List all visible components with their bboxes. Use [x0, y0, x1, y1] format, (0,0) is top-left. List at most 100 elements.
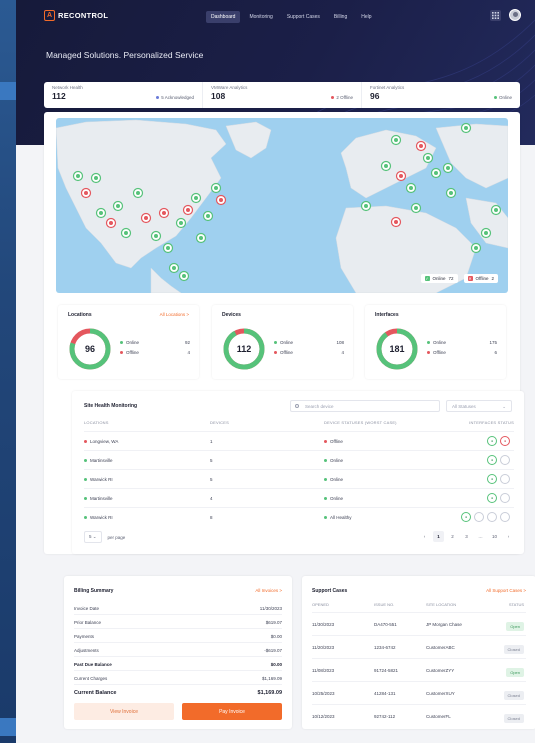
table-row[interactable]: 10/25/2023 41284-131 CustomerXUY Closed — [312, 681, 526, 705]
map-marker-icon[interactable] — [442, 162, 454, 174]
search-input[interactable]: Search device — [290, 400, 440, 412]
map-marker-icon[interactable] — [405, 182, 417, 194]
map-marker-icon[interactable] — [470, 242, 482, 254]
map-marker-icon[interactable] — [380, 160, 392, 172]
map-marker-icon[interactable] — [95, 207, 107, 219]
online-label: Online — [433, 340, 447, 345]
column-header[interactable]: DEVICE STATUSES (WORST CASE) — [324, 420, 397, 425]
table-row[interactable]: Longview, WA 1 Offline ● ● — [84, 431, 514, 450]
location-name: Warwick RI — [90, 515, 113, 520]
map-marker-icon[interactable] — [162, 242, 174, 254]
interfaces-status: ● ● — [487, 436, 510, 446]
interface-idle-icon[interactable] — [474, 512, 484, 522]
map-marker-icon[interactable] — [490, 204, 502, 216]
column-header[interactable]: STATUS — [509, 602, 524, 607]
map-marker-icon[interactable] — [445, 187, 457, 199]
table-row[interactable]: 11/20/2023 1234-6742 CustomerABC Closed — [312, 635, 526, 659]
map-marker-icon[interactable] — [360, 200, 372, 212]
interface-down-icon[interactable]: ● — [500, 436, 510, 446]
legend-offline[interactable]: ✕ Offline 2 — [463, 274, 498, 283]
map-marker-icon[interactable] — [182, 204, 194, 216]
nav-support-cases[interactable]: Support Cases — [282, 11, 325, 23]
column-header[interactable]: LOCATIONS — [84, 420, 109, 425]
map-marker-icon[interactable] — [190, 192, 202, 204]
page-button[interactable]: 10 — [489, 531, 500, 542]
page-button[interactable]: 3 — [461, 531, 472, 542]
map-marker-icon[interactable] — [90, 172, 102, 184]
map-marker-icon[interactable] — [480, 227, 492, 239]
map-marker-icon[interactable] — [120, 227, 132, 239]
page-button[interactable]: 2 — [447, 531, 458, 542]
page-button[interactable]: 1 — [433, 531, 444, 542]
column-header[interactable]: SITE LOCATION — [426, 602, 456, 607]
interface-ok-icon[interactable]: ● — [461, 512, 471, 522]
page-button[interactable]: › — [503, 531, 514, 542]
interface-idle-icon[interactable] — [500, 474, 510, 484]
interface-idle-icon[interactable] — [500, 455, 510, 465]
map-marker-icon[interactable] — [132, 187, 144, 199]
interface-ok-icon[interactable]: ● — [487, 474, 497, 484]
table-row[interactable]: Warwick RI 5 Online ● — [84, 469, 514, 488]
table-row[interactable]: 10/12/2023 92742-112 CustomerFL Closed — [312, 704, 526, 728]
view-invoice-button[interactable]: View Invoice — [74, 703, 174, 720]
map-marker-icon[interactable] — [210, 182, 222, 194]
all-locations-link[interactable]: All Locations > — [160, 312, 189, 317]
user-avatar[interactable] — [509, 9, 521, 21]
pay-invoice-button[interactable]: Pay Invoice — [182, 703, 282, 720]
nav-billing[interactable]: Billing — [329, 11, 352, 23]
map-marker-icon[interactable] — [390, 216, 402, 228]
map-marker-icon[interactable] — [105, 217, 117, 229]
map-marker-icon[interactable] — [150, 230, 162, 242]
map-marker-icon[interactable] — [158, 207, 170, 219]
interface-ok-icon[interactable]: ● — [487, 455, 497, 465]
map-marker-icon[interactable] — [415, 140, 427, 152]
all-invoices-link[interactable]: All Invoices > — [255, 588, 282, 593]
map-marker-icon[interactable] — [175, 217, 187, 229]
interface-idle-icon[interactable] — [487, 512, 497, 522]
table-row[interactable]: Martinsville 4 Online ● — [84, 488, 514, 507]
table-row[interactable]: 11/08/2023 91724-5821 CustomerZYY Open — [312, 658, 526, 682]
table-row[interactable]: Warwick RI 8 All Healthy ● — [84, 507, 514, 526]
map-marker-icon[interactable] — [112, 200, 124, 212]
map-marker-icon[interactable] — [72, 170, 84, 182]
map-marker-icon[interactable] — [140, 212, 152, 224]
table-row[interactable]: Martinsville 5 Online ● — [84, 450, 514, 469]
map-marker-icon[interactable] — [410, 202, 422, 214]
per-page-select[interactable]: 5 ⌄ — [84, 531, 102, 543]
nav-dashboard[interactable]: Dashboard — [206, 11, 241, 23]
stat-vmware-analytics[interactable]: VMWare Analytics 108 2 Offline — [203, 82, 362, 108]
page-button[interactable]: ‹ — [419, 531, 430, 542]
map-marker-icon[interactable] — [422, 152, 434, 164]
interface-idle-icon[interactable] — [500, 493, 510, 503]
map-marker-icon[interactable] — [390, 134, 402, 146]
map-marker-icon[interactable] — [430, 167, 442, 179]
map-marker-icon[interactable] — [460, 122, 472, 134]
table-row[interactable]: 11/30/2023 DA470-551 JP Morgan Chase Ope… — [312, 612, 526, 636]
status-filter-select[interactable]: All Statuses ⌄ — [446, 400, 512, 412]
map-marker-icon[interactable] — [215, 194, 227, 206]
column-header[interactable]: DEVICES — [210, 420, 229, 425]
logo[interactable]: A RECONTROL — [44, 10, 108, 21]
stat-network-health[interactable]: Network Health 112 5 Acknowledged — [44, 82, 203, 108]
column-header[interactable]: INTERFACES STATUS — [469, 420, 514, 425]
map-marker-icon[interactable] — [178, 270, 190, 282]
legend-online[interactable]: ✓ Online 72 — [420, 274, 458, 283]
column-header[interactable]: OPENED — [312, 602, 329, 607]
map-marker-icon[interactable] — [80, 187, 92, 199]
map-marker-icon[interactable] — [168, 262, 180, 274]
column-header[interactable]: ISSUE NO. — [374, 602, 394, 607]
map-marker-icon[interactable] — [395, 170, 407, 182]
stat-fortinet-analytics[interactable]: Fortinet Analytics 96 Online — [362, 82, 520, 108]
apps-grid-icon[interactable] — [490, 9, 501, 21]
interface-ok-icon[interactable]: ● — [487, 493, 497, 503]
interface-ok-icon[interactable]: ● — [487, 436, 497, 446]
billing-row: Current Charges $1,169.09 — [74, 672, 282, 685]
site-map[interactable]: ✓ Online 72 ✕ Offline 2 — [56, 118, 508, 293]
page-button[interactable]: … — [475, 531, 486, 542]
interface-idle-icon[interactable] — [500, 512, 510, 522]
map-marker-icon[interactable] — [202, 210, 214, 222]
all-support-cases-link[interactable]: All Support Cases > — [486, 588, 526, 593]
map-marker-icon[interactable] — [195, 232, 207, 244]
nav-help[interactable]: Help — [356, 11, 376, 23]
nav-monitoring[interactable]: Monitoring — [244, 11, 277, 23]
